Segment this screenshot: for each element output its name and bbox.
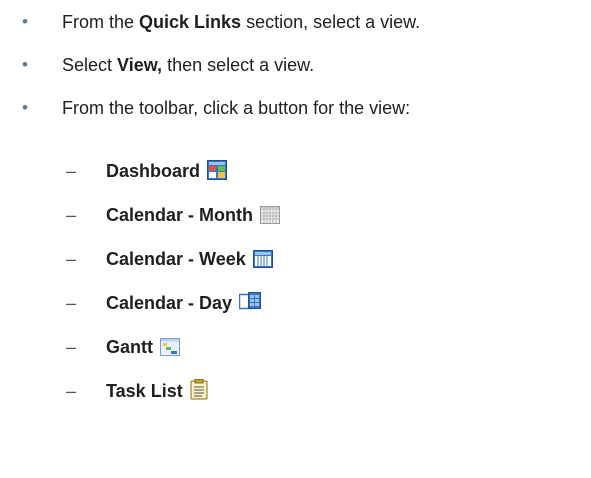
view-item-dashboard: – Dashboard <box>0 157 280 185</box>
dash-marker: – <box>66 293 77 313</box>
text: From the toolbar, click a button for the… <box>62 98 411 118</box>
view-item-calendar-day: – Calendar - Day <box>0 289 280 317</box>
text: then select a view. <box>162 55 315 75</box>
bold-term: View, <box>117 55 163 75</box>
view-label: Gantt <box>106 337 153 357</box>
view-item-calendar-month: – Calendar - Month <box>0 201 281 229</box>
dash-marker: – <box>66 249 77 269</box>
calendar-day-icon <box>239 292 262 312</box>
view-item-calendar-week: – Calendar - Week <box>0 245 280 273</box>
bold-term: Quick Links <box>139 12 242 32</box>
list-item-toolbar: • From the toolbar, click a button for t… <box>0 97 591 119</box>
view-label: Calendar - Week <box>106 249 246 269</box>
view-item-task-list: – Task List <box>0 377 280 405</box>
calendar-month-icon <box>260 206 281 224</box>
text: From the <box>62 12 140 32</box>
dash-marker: – <box>66 337 77 357</box>
view-label: Dashboard <box>106 161 201 181</box>
text: section, select a view. <box>241 12 421 32</box>
dash-marker: – <box>66 381 77 401</box>
document-body: • From the Quick Links section, select a… <box>0 0 591 478</box>
gantt-icon <box>160 338 181 356</box>
view-buttons-list: – Dashboard – Calendar - Month – Calenda… <box>0 157 281 405</box>
access-methods-list: • From the Quick Links section, select a… <box>0 11 591 119</box>
view-label: Calendar - Day <box>106 293 233 313</box>
bullet-marker: • <box>22 98 28 117</box>
view-label: Calendar - Month <box>106 205 253 225</box>
dashboard-icon <box>207 160 228 180</box>
bullet-marker: • <box>22 12 28 31</box>
dash-marker: – <box>66 161 77 181</box>
view-item-gantt: – Gantt <box>0 333 280 361</box>
task-list-icon <box>190 379 208 400</box>
list-item-quick-links: • From the Quick Links section, select a… <box>0 11 591 33</box>
dash-marker: – <box>66 205 77 225</box>
list-item-view-menu: • Select View, then select a view. <box>0 54 591 76</box>
text: Select <box>62 55 118 75</box>
bullet-marker: • <box>22 55 28 74</box>
view-label: Task List <box>106 381 183 401</box>
calendar-week-icon <box>252 250 273 268</box>
